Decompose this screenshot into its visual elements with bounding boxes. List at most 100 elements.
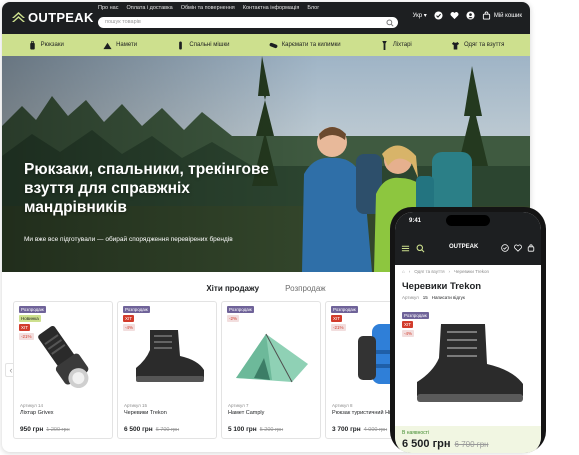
- tab-sale[interactable]: Розпродаж: [285, 284, 326, 293]
- category-sleeping-bags[interactable]: Спальні мішки: [176, 40, 230, 50]
- price-old: 6 700 грн: [454, 440, 489, 449]
- category-flashlights[interactable]: Ліхтарі: [380, 40, 412, 50]
- category-clothing[interactable]: Одяг та взуття: [451, 41, 504, 50]
- product-image-flashlight: [38, 326, 89, 388]
- phone-header-left: [401, 244, 425, 253]
- heart-icon[interactable]: [450, 11, 459, 20]
- product-price: 5 100 грн 5 200 грн: [228, 426, 283, 433]
- category-mats[interactable]: Карємати та килимки: [269, 41, 341, 50]
- product-article: Артикул 8: [332, 403, 353, 408]
- cart-icon[interactable]: [527, 244, 535, 252]
- heart-icon[interactable]: [514, 244, 522, 252]
- product-card[interactable]: Розпродаж Новинка ХІТ -21% Артикул 14 Лі…: [13, 301, 113, 439]
- price-old: 5 200 грн: [259, 427, 284, 433]
- product-title: Черевики Trekon: [402, 281, 482, 292]
- compare-icon[interactable]: [501, 244, 509, 252]
- breadcrumb-item[interactable]: Одяг та взуття: [414, 269, 444, 274]
- stock-status: В наявності: [402, 430, 430, 436]
- category-nav: Рюкзаки Намети Спальні мішки Карємати та…: [2, 34, 530, 56]
- phone-mockup: 9:41 OUTPEAK ⌂ › Одяг та взуття › Череви…: [390, 207, 546, 453]
- product-image-boot: [136, 330, 204, 382]
- tab-bestsellers[interactable]: Хіти продажу: [206, 284, 259, 293]
- cart-icon: [482, 11, 490, 20]
- product-meta: Артикул 15 Написати відгук: [402, 295, 465, 300]
- product-name[interactable]: Рюкзак туристичний Hike: [332, 410, 396, 416]
- product-article: Артикул 14: [20, 403, 44, 408]
- language-select[interactable]: Укр ▾: [413, 12, 427, 19]
- user-icon[interactable]: [466, 11, 475, 20]
- price-current: 6 500 грн: [124, 426, 153, 433]
- product-name[interactable]: Намет Camply: [228, 410, 264, 416]
- flashlight-icon: [382, 40, 387, 50]
- product-price: 950 грн 1 200 грн: [20, 426, 70, 433]
- top-links: Про нас Оплата і доставка Обмін та повер…: [98, 5, 319, 11]
- home-icon[interactable]: ⌂: [402, 269, 405, 274]
- price-old: 1 200 грн: [46, 427, 70, 433]
- category-backpacks[interactable]: Рюкзаки: [28, 40, 64, 50]
- category-tents[interactable]: Намети: [103, 41, 137, 50]
- sleeping-bag-icon: [179, 40, 183, 50]
- price-current: 950 грн: [20, 426, 44, 433]
- category-label: Намети: [116, 42, 138, 48]
- tent-icon: [103, 42, 112, 49]
- product-name[interactable]: Черевики Trekon: [124, 410, 167, 416]
- cart-label: Мій кошик: [493, 12, 522, 19]
- category-label: Рюкзаки: [40, 42, 64, 48]
- clothing-icon: [451, 41, 460, 50]
- search-placeholder: пошук товарів: [105, 19, 141, 25]
- language-label: Укр: [412, 13, 423, 19]
- phone-time: 9:41: [409, 218, 422, 224]
- logo-text: OUTPEAK: [28, 10, 94, 25]
- cart-button[interactable]: Мій кошик: [482, 11, 522, 20]
- logo-mountain-icon: [12, 11, 25, 22]
- review-link[interactable]: Написати відгук: [432, 295, 465, 300]
- phone-status-bar: 9:41: [395, 212, 541, 230]
- search-icon[interactable]: [416, 244, 425, 253]
- article-number: 15: [422, 295, 428, 300]
- toplink-blog[interactable]: Блог: [307, 5, 319, 11]
- phone-screen: 9:41 OUTPEAK ⌂ › Одяг та взуття › Череви…: [395, 212, 541, 453]
- badge-sale: Розпродаж: [123, 306, 150, 313]
- toplink-payment[interactable]: Оплата і доставка: [126, 5, 172, 11]
- product-card[interactable]: Розпродаж -2% Артикул 7 Намет Camply 5 1…: [221, 301, 321, 439]
- product-article: Артикул 7: [228, 403, 249, 408]
- stage: OUTPEAK Про нас Оплата і доставка Обмін …: [0, 0, 579, 455]
- category-label: Карємати та килимки: [281, 42, 341, 48]
- badge-sale: Розпродаж: [227, 306, 254, 313]
- backpack-icon: [29, 40, 35, 50]
- phone-header: OUTPEAK: [395, 230, 541, 265]
- product-price: 3 700 грн 4 000 грн: [332, 426, 387, 433]
- compare-icon[interactable]: [434, 11, 443, 20]
- breadcrumb: ⌂ › Одяг та взуття › Черевики Trekon: [402, 269, 489, 274]
- phone-logo[interactable]: OUTPEAK: [449, 244, 478, 250]
- toplink-about[interactable]: Про нас: [98, 5, 118, 11]
- toplink-contacts[interactable]: Контактна інформація: [243, 5, 300, 11]
- search-icon[interactable]: [386, 18, 394, 27]
- breadcrumb-item: Черевики Trekon: [454, 269, 489, 274]
- toplink-returns[interactable]: Обмін та повернення: [181, 5, 235, 11]
- price-old: 6 700 грн: [155, 427, 180, 433]
- category-label: Спальні мішки: [189, 42, 230, 48]
- top-right-controls: Укр ▾ Мій кошик: [413, 11, 522, 20]
- badge-sale: Розпродаж: [19, 306, 46, 313]
- product-image-boot: [417, 324, 523, 402]
- hero-subtitle: Ми вже все підготували — обирай спорядже…: [24, 236, 233, 243]
- menu-icon[interactable]: [401, 244, 410, 253]
- phone-header-right: [501, 244, 535, 252]
- breadcrumb-separator: ›: [448, 269, 451, 274]
- product-image-tent: [236, 333, 308, 383]
- price-current: 3 700 грн: [332, 426, 361, 433]
- hero-title: Рюкзаки, спальники, трекінгове взуття дл…: [24, 161, 269, 216]
- phone-notch: [446, 215, 490, 226]
- product-price: 6 500 грн 6 700 грн: [402, 438, 489, 450]
- article-label: Артикул: [402, 295, 419, 300]
- product-price: 6 500 грн 6 700 грн: [124, 426, 179, 433]
- product-name[interactable]: Ліхтар Grivex: [20, 410, 54, 416]
- price-current: 6 500 грн: [402, 438, 451, 450]
- badge-sale: Розпродаж: [331, 306, 358, 313]
- top-bar: OUTPEAK Про нас Оплата і доставка Обмін …: [2, 2, 530, 34]
- logo[interactable]: OUTPEAK: [12, 10, 94, 25]
- product-card[interactable]: Розпродаж ХІТ -4% Артикул 15 Черевики Tr…: [117, 301, 217, 439]
- category-label: Одяг та взуття: [463, 42, 505, 48]
- search-input[interactable]: пошук товарів: [98, 17, 398, 28]
